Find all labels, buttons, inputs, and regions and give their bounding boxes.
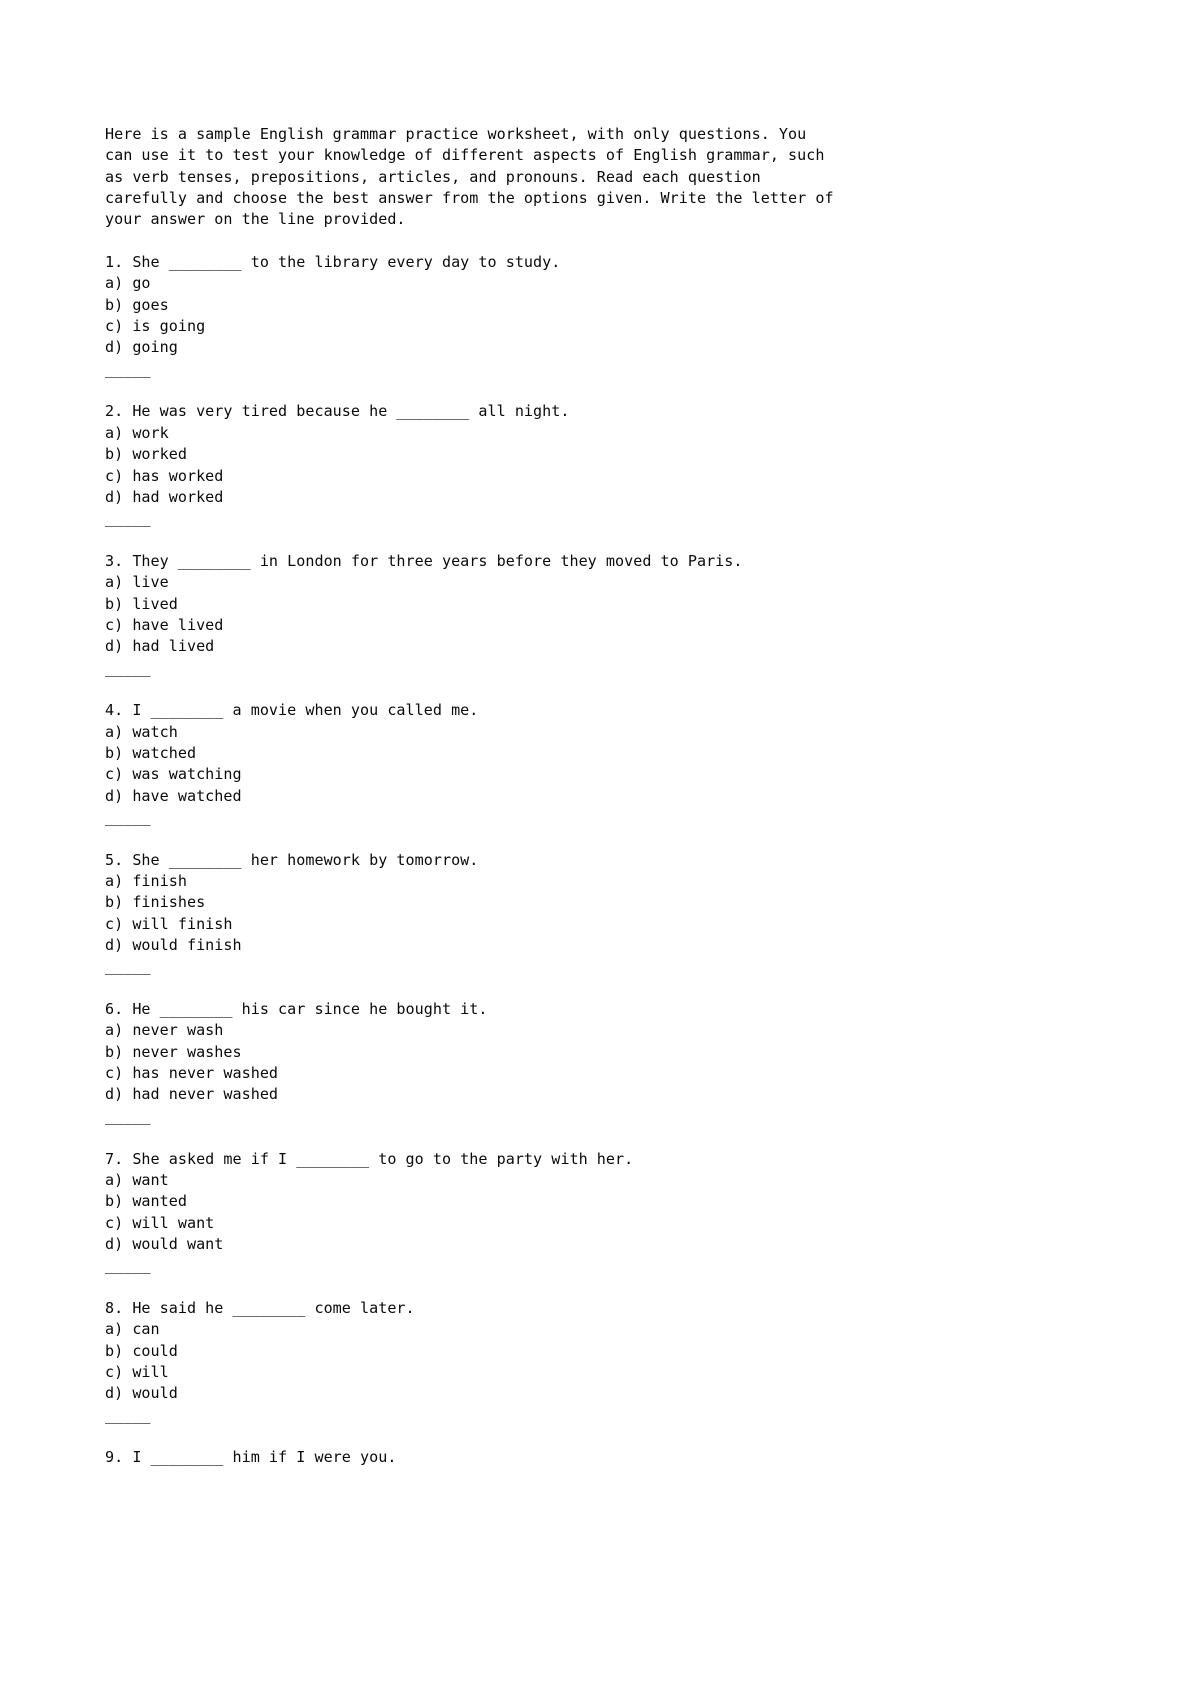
intro-line-4: carefully and choose the best answer fro… [105, 189, 834, 208]
question-3-option-b: b) lived [105, 594, 178, 613]
question-1-option-b: b) goes [105, 295, 169, 314]
answer-line-1: _____ [105, 359, 151, 378]
question-7-option-a: a) want [105, 1170, 169, 1189]
answer-line-7: _____ [105, 1256, 151, 1275]
question-5-option-b: b) finishes [105, 893, 206, 912]
intro-line-5: your answer on the line provided. [105, 210, 406, 229]
question-2-option-a: a) work [105, 423, 169, 442]
question-2-option-c: c) has worked [105, 466, 224, 485]
question-6-option-c: c) has never washed [105, 1064, 279, 1083]
answer-line-6: _____ [105, 1106, 151, 1125]
question-3-stem: 3. They ________ in London for three yea… [105, 551, 743, 570]
worksheet-page: Here is a sample English grammar practic… [0, 0, 1200, 1697]
question-6-option-b: b) never washes [105, 1042, 242, 1061]
question-7-option-b: b) wanted [105, 1192, 187, 1211]
question-7-stem: 7. She asked me if I ________ to go to t… [105, 1149, 634, 1168]
question-4-option-c: c) was watching [105, 765, 242, 784]
question-8-option-a: a) can [105, 1320, 160, 1339]
question-1-option-a: a) go [105, 274, 151, 293]
worksheet-text-column: Here is a sample English grammar practic… [105, 124, 1065, 1469]
intro-line-1: Here is a sample English grammar practic… [105, 125, 807, 143]
question-5-option-c: c) will finish [105, 914, 233, 933]
question-1-stem: 1. She ________ to the library every day… [105, 253, 561, 272]
question-8-option-d: d) would [105, 1384, 178, 1403]
question-8-option-c: c) will [105, 1362, 169, 1381]
question-7-option-c: c) will want [105, 1213, 215, 1232]
intro-line-2: can use it to test your knowledge of dif… [105, 146, 825, 165]
question-7-option-d: d) would want [105, 1234, 224, 1253]
question-5-stem: 5. She ________ her homework by tomorrow… [105, 850, 479, 869]
intro-line-3: as verb tenses, prepositions, articles, … [105, 167, 761, 186]
question-3-option-c: c) have lived [105, 615, 224, 634]
question-5-option-a: a) finish [105, 872, 187, 891]
question-3-option-a: a) live [105, 573, 169, 592]
answer-line-5: _____ [105, 957, 151, 976]
question-2-option-b: b) worked [105, 445, 187, 464]
question-2-option-d: d) had worked [105, 487, 224, 506]
question-4-option-a: a) watch [105, 722, 178, 741]
question-1-option-d: d) going [105, 338, 178, 357]
answer-line-8: _____ [105, 1405, 151, 1424]
answer-line-3: _____ [105, 658, 151, 677]
question-3-option-d: d) had lived [105, 637, 215, 656]
question-4-option-b: b) watched [105, 743, 197, 762]
question-2-stem: 2. He was very tired because he ________… [105, 402, 570, 421]
answer-line-4: _____ [105, 808, 151, 826]
question-4-stem: 4. I ________ a movie when you called me… [105, 701, 479, 720]
question-8-option-b: b) could [105, 1341, 178, 1360]
question-6-option-d: d) had never washed [105, 1085, 279, 1104]
question-1-option-c: c) is going [105, 317, 206, 336]
question-6-option-a: a) never wash [105, 1021, 224, 1040]
question-5-option-d: d) would finish [105, 936, 242, 955]
answer-line-2: _____ [105, 509, 151, 528]
question-8-stem: 8. He said he ________ come later. [105, 1298, 415, 1317]
question-4-option-d: d) have watched [105, 786, 242, 805]
question-6-stem: 6. He ________ his car since he bought i… [105, 1000, 488, 1019]
question-9-stem: 9. I ________ him if I were you. [105, 1448, 397, 1467]
